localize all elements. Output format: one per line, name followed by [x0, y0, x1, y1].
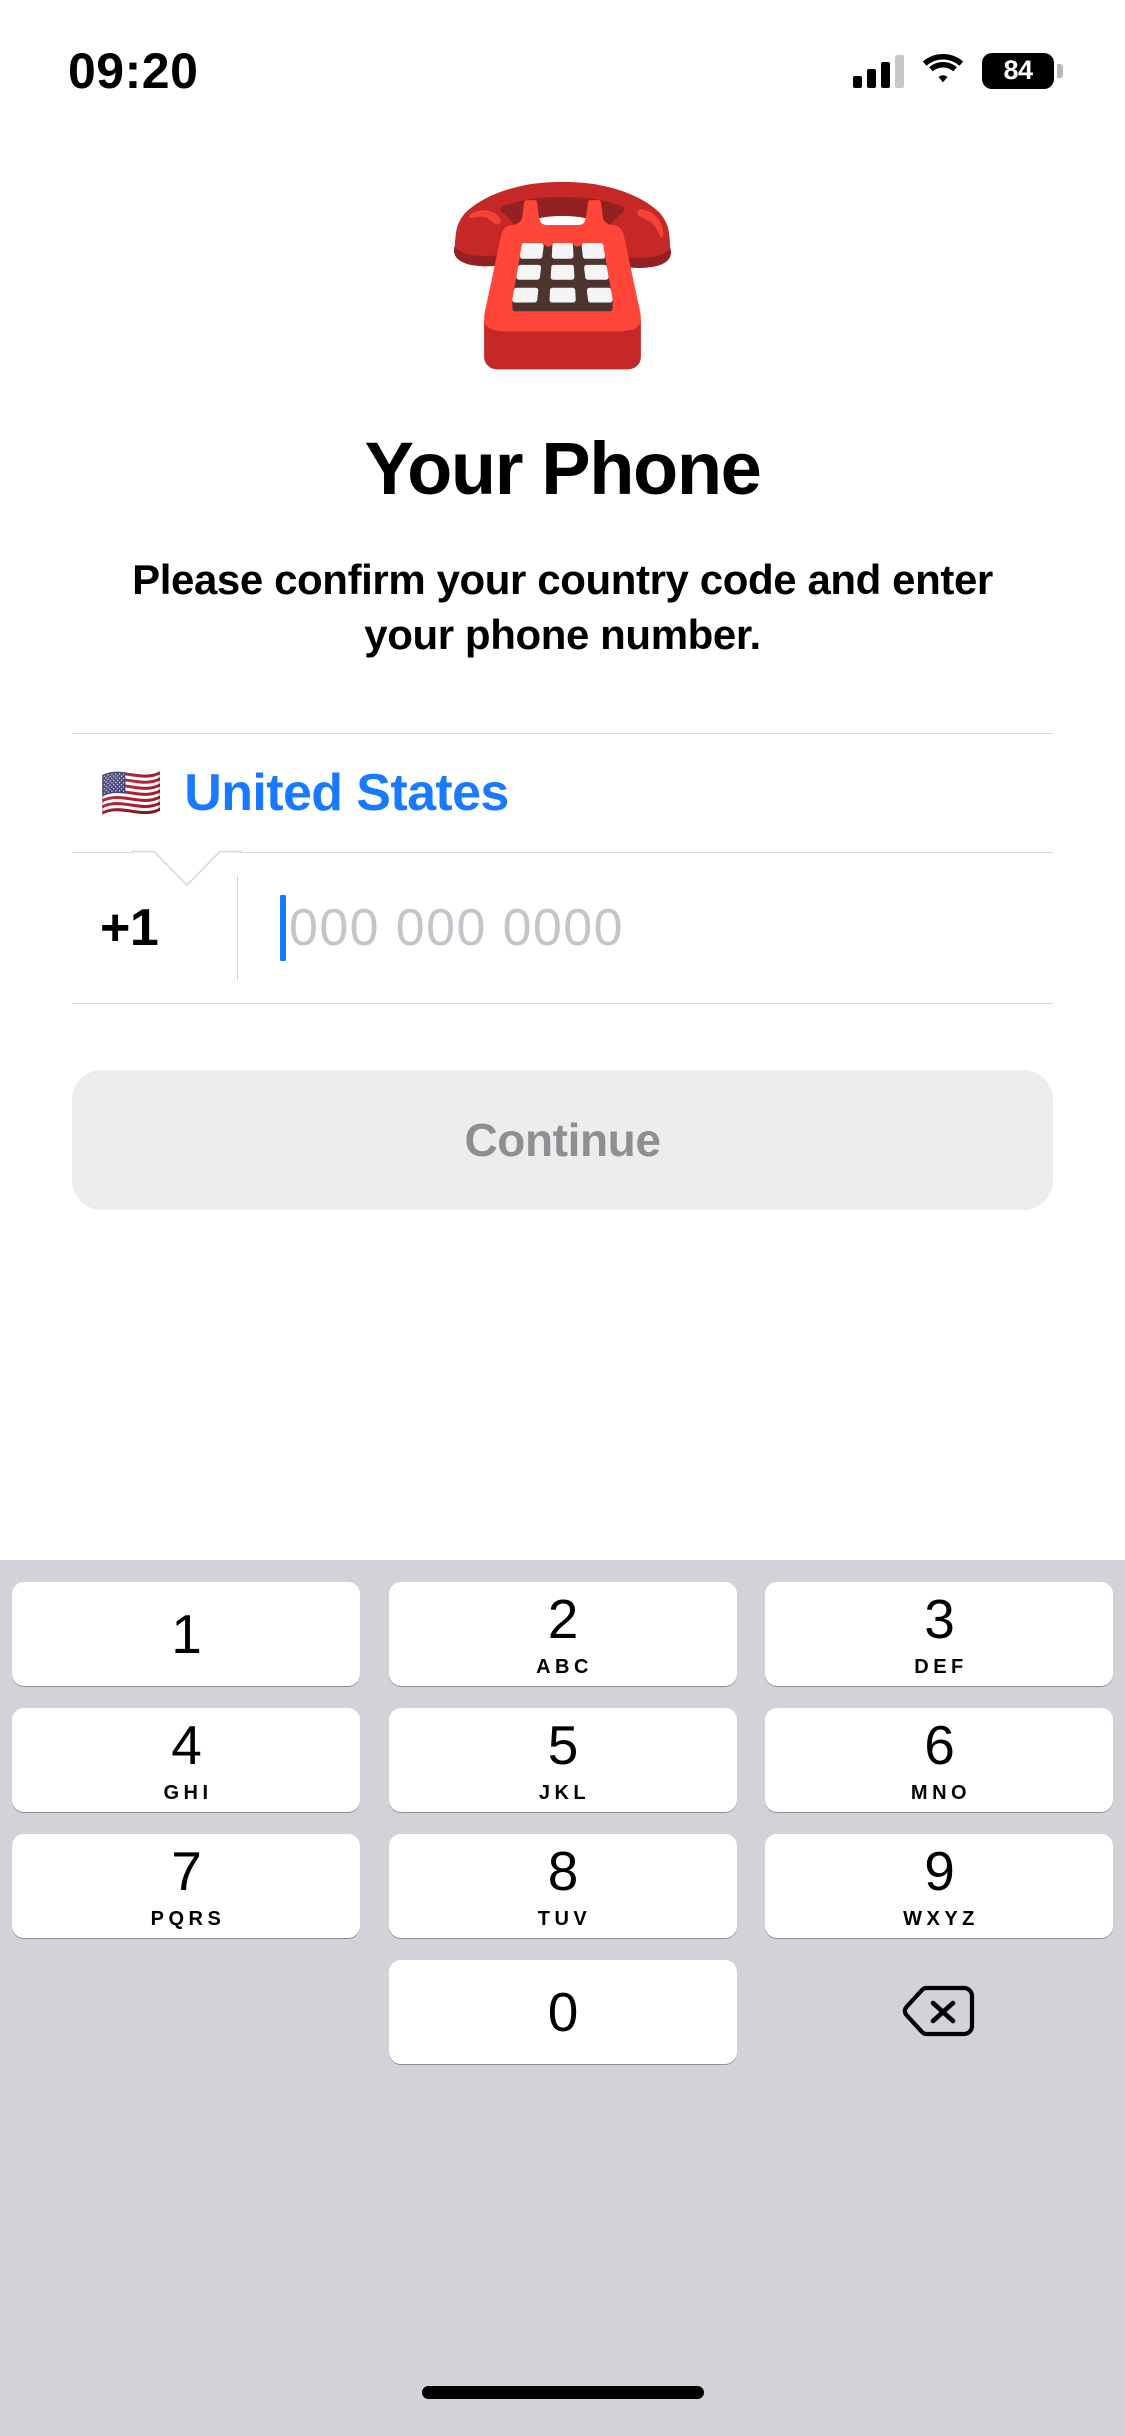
key-letters: TUV: [537, 1907, 592, 1930]
key-letters: PQRS: [150, 1907, 226, 1930]
page-subtitle: Please confirm your country code and ent…: [132, 556, 993, 659]
status-bar-indicators: 84: [853, 53, 1063, 90]
key-3[interactable]: 3 DEF: [765, 1582, 1113, 1686]
key-digit: 9: [924, 1839, 955, 1902]
key-digit: 2: [547, 1587, 579, 1650]
battery-icon: 84: [982, 53, 1063, 89]
key-8[interactable]: 8 TUV: [388, 1834, 737, 1938]
key-digit: 3: [924, 1587, 955, 1650]
continue-button-label: Continue: [464, 1113, 661, 1166]
backspace-key[interactable]: [765, 1960, 1113, 2064]
phone-number-input[interactable]: 000 000 0000: [238, 853, 1053, 1003]
telephone-emoji: ☎️: [444, 159, 681, 371]
keypad-spacer: [12, 1960, 360, 2064]
key-6[interactable]: 6 MNO: [765, 1708, 1113, 1812]
home-indicator-area: [0, 2326, 1125, 2436]
key-digit: 0: [547, 1980, 579, 2043]
key-2[interactable]: 2 ABC: [388, 1582, 737, 1686]
key-4[interactable]: 4 GHI: [12, 1708, 360, 1812]
phone-placeholder-text: 000 000 0000: [289, 898, 624, 957]
keypad-row: 4 GHI 5 JKL 6 MNO: [12, 1708, 1113, 1812]
status-bar-time: 09:20: [68, 43, 199, 99]
key-digit: 8: [547, 1839, 579, 1902]
wifi-icon: [922, 53, 964, 90]
keypad-row: 7 PQRS 8 TUV 9 WXYZ: [12, 1834, 1113, 1938]
key-letters: GHI: [163, 1781, 213, 1804]
phone-form: 🇺🇸 United States +1 000 000 0000 Continu…: [72, 732, 1053, 1210]
cellular-signal-icon: [853, 54, 904, 88]
divider-notched: [72, 850, 1053, 887]
key-digit: 1: [171, 1602, 202, 1665]
phone-entry-screen: 09:20 84 ☎️ Your Phone Please confirm yo…: [0, 0, 1125, 2436]
key-digit: 7: [171, 1839, 202, 1902]
key-letters: MNO: [910, 1781, 972, 1804]
main-content: ☎️ Your Phone Please confirm your countr…: [0, 132, 1125, 1560]
key-digit: 4: [171, 1713, 202, 1776]
divider-bottom: [72, 1002, 1053, 1004]
country-name-label: United States: [184, 763, 509, 822]
battery-level-label: 84: [1003, 55, 1033, 85]
dial-code-label: +1: [100, 898, 159, 957]
home-indicator[interactable]: [421, 2385, 704, 2399]
key-7[interactable]: 7 PQRS: [12, 1834, 360, 1938]
status-bar: 09:20 84: [0, 0, 1125, 132]
text-cursor: [280, 894, 286, 961]
key-letters: ABC: [536, 1655, 593, 1678]
country-flag-icon: 🇺🇸: [100, 764, 163, 821]
key-1[interactable]: 1: [12, 1582, 360, 1686]
numeric-keypad: 1 2 ABC 3 DEF 4 GHI 5 JKL 6 MNO 7 PQRS 8…: [0, 1560, 1125, 2436]
country-selector[interactable]: 🇺🇸 United States: [72, 734, 1053, 852]
page-title: Your Phone: [364, 427, 762, 510]
key-letters: WXYZ: [903, 1907, 979, 1930]
key-digit: 6: [924, 1713, 955, 1776]
keypad-row: 0: [12, 1960, 1113, 2064]
notch-chevron-icon: [132, 850, 242, 887]
continue-button[interactable]: Continue: [72, 1069, 1053, 1210]
key-letters: JKL: [538, 1781, 591, 1804]
key-5[interactable]: 5 JKL: [388, 1708, 737, 1812]
key-letters: DEF: [914, 1655, 968, 1678]
backspace-icon: [902, 1984, 976, 2041]
key-9[interactable]: 9 WXYZ: [765, 1834, 1113, 1938]
key-digit: 5: [547, 1713, 579, 1776]
keypad-row: 1 2 ABC 3 DEF: [12, 1582, 1113, 1686]
key-0[interactable]: 0: [388, 1960, 737, 2064]
